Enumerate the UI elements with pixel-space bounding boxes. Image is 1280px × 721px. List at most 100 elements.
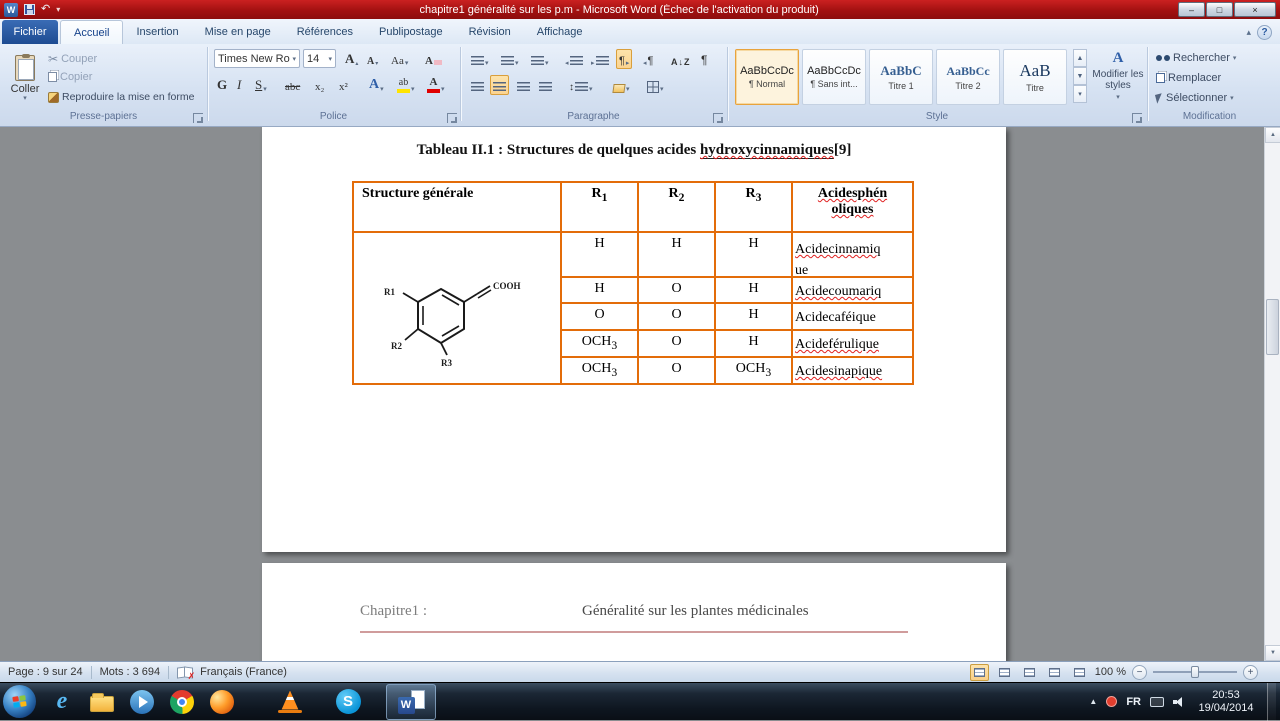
style-titre-1[interactable]: AaBbC Titre 1 (869, 49, 933, 105)
hidden-icons-button[interactable]: ▲ (1089, 697, 1097, 706)
style-titre[interactable]: AaB Titre (1003, 49, 1067, 105)
zoom-in-button[interactable]: + (1243, 664, 1258, 680)
change-case-button[interactable]: Aa ▾ (388, 49, 411, 69)
zoom-out-button[interactable]: − (1132, 664, 1147, 680)
undo-button[interactable]: ↶ (41, 2, 50, 17)
tab-insertion[interactable]: Insertion (123, 20, 191, 44)
scrollbar-thumb[interactable] (1266, 299, 1279, 355)
taskbar-firefox[interactable] (202, 684, 242, 720)
taskbar-explorer[interactable] (82, 684, 122, 720)
shading-button[interactable]: ▾ (610, 75, 633, 95)
format-painter-button[interactable]: Reproduire la mise en forme (48, 91, 194, 103)
copy-button[interactable]: Copier (48, 71, 92, 83)
tab-affichage[interactable]: Affichage (524, 20, 596, 44)
line-spacing-button[interactable]: ↕ ▾ (566, 75, 596, 95)
document-page-2[interactable]: Chapitre1 : Généralité sur les plantes m… (262, 563, 1006, 661)
word-count[interactable]: Mots : 3 694 (100, 666, 161, 678)
select-button[interactable]: Sélectionner ▾ (1154, 92, 1234, 104)
zoom-slider[interactable] (1153, 665, 1237, 679)
vertical-scrollbar[interactable]: ▲ ▼ (1264, 127, 1280, 661)
view-outline-button[interactable] (1045, 664, 1064, 681)
align-left-button[interactable] (468, 75, 487, 95)
clear-formatting-button[interactable]: A (422, 49, 445, 69)
change-styles-button[interactable]: A Modifier les styles ▾ (1092, 50, 1144, 101)
scroll-up-button[interactable]: ▲ (1265, 127, 1280, 143)
styles-gallery-up-button[interactable]: ▲ (1073, 49, 1087, 67)
ltr-direction-button[interactable]: ¶ ▸ (616, 49, 633, 69)
collapse-ribbon-button[interactable]: ▴ (1246, 27, 1251, 38)
style-normal[interactable]: AaBbCcDc ¶ Normal (735, 49, 799, 105)
scroll-down-button[interactable]: ▼ (1265, 645, 1280, 661)
tab-references[interactable]: Références (284, 20, 366, 44)
keyboard-indicator-icon[interactable] (1150, 696, 1164, 707)
font-name-combo[interactable]: Times New Ro ▾ (214, 49, 300, 68)
shrink-font-button[interactable]: A ▾ (364, 49, 381, 69)
start-button[interactable] (3, 685, 36, 718)
maximize-button[interactable]: □ (1206, 2, 1233, 17)
help-button[interactable]: ? (1257, 25, 1272, 40)
language-indicator[interactable]: Français (France) (200, 666, 287, 678)
multilevel-list-button[interactable]: ▾ (528, 49, 552, 69)
language-input-indicator[interactable]: FR (1126, 696, 1141, 708)
tab-publipostage[interactable]: Publipostage (366, 20, 456, 44)
styles-dialog-launcher[interactable] (1132, 113, 1142, 123)
styles-gallery-down-button[interactable]: ▼ (1073, 67, 1087, 85)
text-effects-button[interactable]: A ▾ (366, 75, 387, 95)
minimize-button[interactable]: – (1178, 2, 1205, 17)
clipboard-dialog-launcher[interactable] (193, 113, 203, 123)
show-paragraph-marks-button[interactable]: ¶ (698, 49, 710, 69)
tab-mise-en-page[interactable]: Mise en page (192, 20, 284, 44)
taskbar-media-player[interactable] (122, 684, 162, 720)
word-app-icon[interactable]: W (4, 2, 18, 17)
view-fullscreen-reading-button[interactable] (995, 664, 1014, 681)
proofing-status-icon[interactable]: ✗ (177, 666, 196, 681)
replace-button[interactable]: Remplacer (1156, 72, 1221, 84)
sort-button[interactable]: A ↓ Z (668, 49, 693, 69)
grow-font-button[interactable]: A ▴ (342, 49, 361, 69)
decrease-indent-button[interactable]: ◂ (562, 49, 586, 69)
paragraph-dialog-launcher[interactable] (713, 113, 723, 123)
style-titre-2[interactable]: AaBbCc Titre 2 (936, 49, 1000, 105)
borders-button[interactable]: ▾ (644, 75, 667, 95)
view-draft-button[interactable] (1070, 664, 1089, 681)
qat-customize-button[interactable]: ▾ (56, 5, 60, 14)
save-button[interactable] (24, 4, 35, 15)
taskbar-vlc[interactable] (270, 684, 310, 720)
superscript-button[interactable]: x² (336, 75, 351, 95)
style-sans-interligne[interactable]: AaBbCcDc ¶ Sans int... (802, 49, 866, 105)
tab-fichier[interactable]: Fichier (2, 20, 58, 44)
taskbar-skype[interactable]: S (328, 684, 368, 720)
find-button[interactable]: Rechercher ▾ (1156, 52, 1236, 64)
page-indicator[interactable]: Page : 9 sur 24 (8, 666, 83, 678)
taskbar-word-active[interactable]: W (386, 683, 436, 720)
document-page-1[interactable]: Tableau II.1 : Structures de quelques ac… (262, 127, 1006, 552)
italic-button[interactable]: I (234, 75, 244, 95)
tab-accueil[interactable]: Accueil (60, 20, 124, 44)
close-button[interactable]: × (1234, 2, 1276, 17)
volume-icon[interactable] (1173, 696, 1185, 707)
subscript-button[interactable]: x₂ (312, 75, 327, 95)
zoom-level[interactable]: 100 % (1095, 666, 1126, 678)
underline-button[interactable]: S ▾ (252, 75, 270, 95)
styles-gallery-more-button[interactable]: ▾ (1073, 85, 1087, 103)
tab-revision[interactable]: Révision (456, 20, 524, 44)
paste-button[interactable]: Coller ▾ (6, 47, 44, 109)
rtl-direction-button[interactable]: ◂ ¶ (640, 49, 656, 69)
cut-button[interactable]: ✂ Couper (48, 52, 97, 66)
font-dialog-launcher[interactable] (447, 113, 457, 123)
show-desktop-button[interactable] (1267, 682, 1276, 721)
font-color-button[interactable]: A ▾ (424, 75, 448, 95)
view-web-layout-button[interactable] (1020, 664, 1039, 681)
taskbar-chrome[interactable] (162, 684, 202, 720)
font-size-combo[interactable]: 14 ▾ (303, 49, 336, 68)
view-print-layout-button[interactable] (969, 663, 989, 681)
strikethrough-button[interactable]: abc (282, 75, 303, 95)
highlight-color-button[interactable]: ab ▾ (394, 75, 418, 95)
taskbar-internet-explorer[interactable]: e (42, 684, 82, 720)
numbering-button[interactable]: ▾ (498, 49, 522, 69)
clock[interactable]: 20:53 19/04/2014 (1194, 689, 1258, 715)
zoom-slider-thumb[interactable] (1191, 666, 1199, 678)
align-right-button[interactable] (514, 75, 533, 95)
bold-button[interactable]: G (214, 75, 230, 95)
justify-button[interactable] (536, 75, 555, 95)
